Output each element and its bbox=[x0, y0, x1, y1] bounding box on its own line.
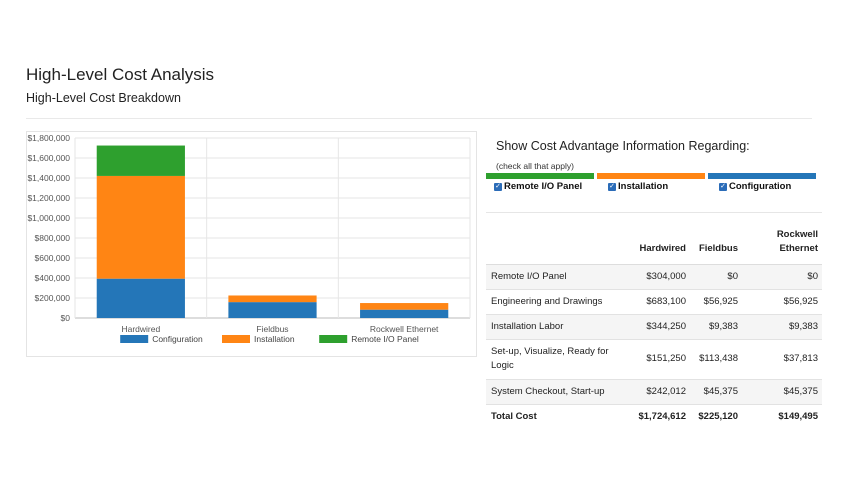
cell-fieldbus: $56,925 bbox=[690, 289, 742, 315]
legend-item-configuration[interactable]: Configuration bbox=[120, 334, 203, 344]
table-header-fieldbus: Fieldbus bbox=[690, 228, 742, 265]
table-row: Installation Labor $344,250 $9,383 $9,38… bbox=[486, 314, 822, 340]
header-divider bbox=[26, 118, 812, 119]
y-tick-label: $1,000,000 bbox=[27, 213, 70, 223]
y-tick-label: $1,800,000 bbox=[27, 133, 70, 143]
configuration-color-bar bbox=[708, 173, 816, 179]
remote-io-checkbox-option[interactable]: ✓ Remote I/O Panel bbox=[494, 181, 582, 192]
total-hardwired: $1,724,612 bbox=[638, 411, 686, 423]
y-tick-label: $600,000 bbox=[35, 253, 71, 263]
legend-label: Installation bbox=[254, 334, 295, 344]
legend-label: Remote I/O Panel bbox=[351, 334, 419, 344]
cell-fieldbus: $113,438 bbox=[690, 339, 742, 380]
y-tick-label: $1,600,000 bbox=[27, 153, 70, 163]
cell-rockwell-ethernet: $0 bbox=[742, 264, 822, 290]
table-row: Engineering and Drawings $683,100 $56,92… bbox=[486, 289, 822, 315]
configuration-checkbox-option[interactable]: ✓ Configuration bbox=[719, 181, 791, 192]
row-label: System Checkout, Start-up bbox=[486, 379, 632, 405]
options-title: Show Cost Advantage Information Regardin… bbox=[496, 139, 750, 153]
remote-io-checkbox-label: Remote I/O Panel bbox=[504, 181, 583, 192]
table-row: System Checkout, Start-up $242,012 $45,3… bbox=[486, 379, 822, 405]
cell-hardwired: $344,250 bbox=[632, 314, 690, 340]
row-label: Set-up, Visualize, Ready for Logic bbox=[486, 339, 632, 380]
cell-rockwell-ethernet: $45,375 bbox=[742, 379, 822, 405]
bar-segment-configuration[interactable] bbox=[360, 309, 449, 318]
remote-io-color-bar bbox=[486, 173, 594, 179]
legend-swatch bbox=[319, 335, 348, 343]
row-label: Engineering and Drawings bbox=[486, 289, 632, 315]
y-tick-label: $200,000 bbox=[35, 293, 71, 303]
y-tick-label: $800,000 bbox=[35, 233, 71, 243]
cell-hardwired: $304,000 bbox=[632, 264, 690, 290]
options-hint: (check all that apply) bbox=[496, 161, 574, 171]
total-fieldbus: $225,120 bbox=[698, 411, 738, 423]
cell-rockwell-ethernet: $37,813 bbox=[742, 339, 822, 380]
options-divider bbox=[486, 212, 822, 213]
bar-segment-installation[interactable] bbox=[96, 175, 185, 279]
cost-breakdown-chart: $0 $200,000 $400,000 $600,000 $800,000 $1,000… bbox=[26, 131, 477, 357]
bar-segment-installation[interactable] bbox=[228, 295, 317, 303]
table-row: Set-up, Visualize, Ready for Logic $151,… bbox=[486, 339, 822, 380]
installation-checkbox-label: Installation bbox=[618, 181, 669, 192]
row-label: Installation Labor bbox=[486, 314, 632, 340]
cell-hardwired: $242,012 bbox=[632, 379, 690, 405]
installation-checkbox-option[interactable]: ✓ Installation bbox=[608, 181, 668, 192]
table-header-rockwell-ethernet: Rockwell Ethernet bbox=[742, 228, 822, 265]
cell-fieldbus: $0 bbox=[690, 264, 742, 290]
page-title: High-Level Cost Analysis bbox=[26, 65, 215, 84]
y-tick-label: $400,000 bbox=[35, 273, 71, 283]
y-tick-label: $1,400,000 bbox=[27, 173, 70, 183]
configuration-checkbox-label: Configuration bbox=[729, 181, 792, 192]
legend-item-remote-i-o-panel[interactable]: Remote I/O Panel bbox=[319, 334, 419, 344]
table-total-row: Total Cost $1,724,612 $225,120 $149,495 bbox=[486, 404, 822, 429]
cell-hardwired: $683,100 bbox=[632, 289, 690, 315]
chart-svg: $0 $200,000 $400,000 $600,000 $800,000 $1,000… bbox=[27, 133, 471, 344]
cost-table: Hardwired Fieldbus Rockwell Ethernet Rem… bbox=[486, 228, 822, 429]
bar-segment-installation[interactable] bbox=[360, 303, 449, 310]
installation-checkbox[interactable]: ✓ bbox=[608, 182, 616, 191]
configuration-checkbox[interactable]: ✓ bbox=[719, 182, 727, 191]
cell-fieldbus: $9,383 bbox=[690, 314, 742, 340]
legend-swatch bbox=[222, 335, 250, 343]
table-row: Remote I/O Panel $304,000 $0 $0 bbox=[486, 264, 822, 290]
installation-color-bar bbox=[597, 173, 705, 179]
table-header-hardwired: Hardwired bbox=[632, 228, 690, 265]
row-label: Remote I/O Panel bbox=[486, 264, 632, 290]
remote-io-checkbox[interactable]: ✓ bbox=[494, 182, 502, 191]
legend-item-installation[interactable]: Installation bbox=[222, 334, 295, 344]
legend-label: Configuration bbox=[152, 334, 203, 344]
x-tick-label: Rockwell Ethernet bbox=[370, 324, 439, 334]
y-tick-label: $0 bbox=[61, 313, 71, 323]
total-rockwell-ethernet: $149,495 bbox=[778, 411, 818, 423]
table-header-label bbox=[486, 228, 632, 265]
cell-hardwired: $151,250 bbox=[632, 339, 690, 380]
x-tick-label: Hardwired bbox=[121, 324, 160, 334]
legend-swatch bbox=[120, 335, 149, 343]
cell-rockwell-ethernet: $56,925 bbox=[742, 289, 822, 315]
x-tick-label: Fieldbus bbox=[256, 324, 288, 334]
page-subtitle: High-Level Cost Breakdown bbox=[26, 91, 181, 105]
total-label: Total Cost bbox=[491, 411, 537, 423]
cell-fieldbus: $45,375 bbox=[690, 379, 742, 405]
y-tick-label: $1,200,000 bbox=[27, 193, 70, 203]
bar-segment-configuration[interactable] bbox=[228, 302, 317, 318]
cell-rockwell-ethernet: $9,383 bbox=[742, 314, 822, 340]
bar-segment-remote-i-o-panel[interactable] bbox=[96, 145, 185, 176]
table-header-row: Hardwired Fieldbus Rockwell Ethernet bbox=[486, 228, 822, 265]
bar-segment-configuration[interactable] bbox=[96, 278, 185, 318]
